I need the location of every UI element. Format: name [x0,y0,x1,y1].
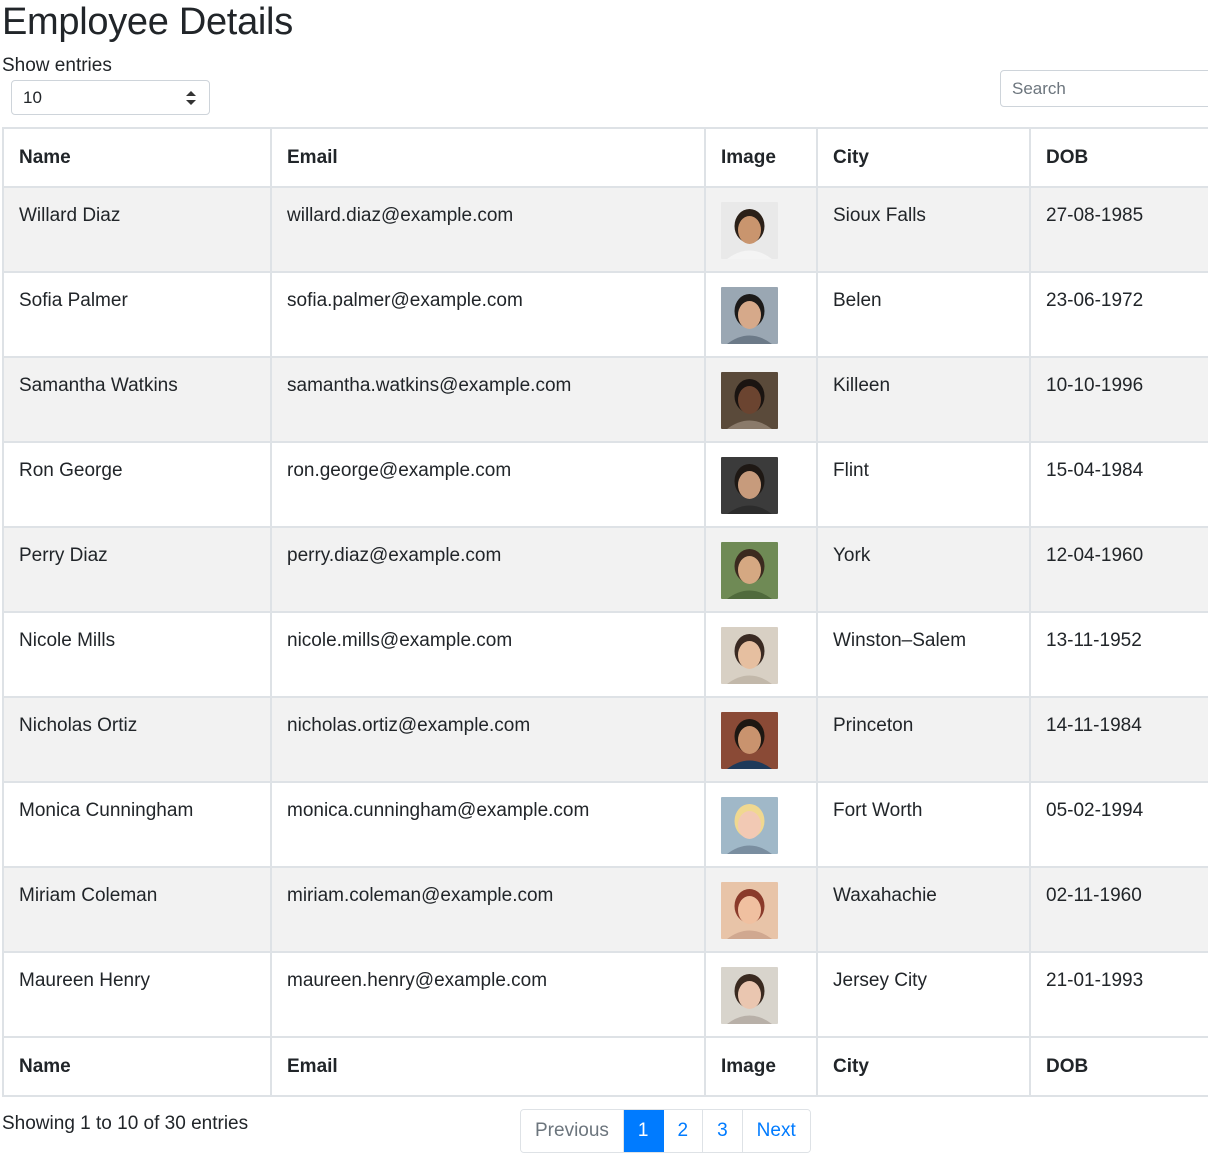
header-row: Name Email Image City DOB [2,127,1208,188]
column-header-image[interactable]: Image [704,127,818,188]
cell-name: Perry Diaz [2,526,272,613]
cell-dob: 23-06-1972 [1029,271,1208,358]
avatar [721,797,778,854]
table-row: Perry Diaz perry.diaz@example.com York 12-0… [2,526,1208,613]
cell-dob: 21-01-1993 [1029,951,1208,1038]
cell-name: Nicole Mills [2,611,272,698]
footer-header-city: City [816,1036,1031,1097]
footer-header-name: Name [2,1036,272,1097]
footer-header-email: Email [270,1036,706,1097]
cell-city: Fort Worth [816,781,1031,868]
cell-name: Miriam Coleman [2,866,272,953]
cell-email: samantha.watkins@example.com [270,356,706,443]
avatar [721,287,778,344]
entries-select-value: 10 [23,88,42,107]
cell-name: Sofia Palmer [2,271,272,358]
avatar [721,542,778,599]
cell-city: Killeen [816,356,1031,443]
cell-name: Samantha Watkins [2,356,272,443]
cell-city: Flint [816,441,1031,528]
cell-image [704,441,818,528]
table-row: Monica Cunningham monica.cunningham@examp… [2,781,1208,868]
cell-image [704,951,818,1038]
table-row: Nicole Mills nicole.mills@example.com Wins… [2,611,1208,698]
cell-email: sofia.palmer@example.com [270,271,706,358]
cell-email: nicole.mills@example.com [270,611,706,698]
cell-name: Monica Cunningham [2,781,272,868]
show-entries-label: Show entries [2,55,112,76]
pagination: Previous 1 2 3 Next [520,1109,811,1153]
cell-dob: 12-04-1960 [1029,526,1208,613]
table-row: Sofia Palmer sofia.palmer@example.com Bele… [2,271,1208,358]
table-row: Nicholas Ortiz nicholas.ortiz@example.com… [2,696,1208,783]
sort-arrows-icon [186,91,196,105]
cell-image [704,611,818,698]
cell-name: Ron George [2,441,272,528]
cell-name: Willard Diaz [2,186,272,273]
cell-email: ron.george@example.com [270,441,706,528]
avatar [721,712,778,769]
cell-city: Princeton [816,696,1031,783]
cell-city: Waxahachie [816,866,1031,953]
cell-dob: 14-11-1984 [1029,696,1208,783]
table-row: Samantha Watkins samantha.watkins@example… [2,356,1208,443]
avatar [721,627,778,684]
page-3-button[interactable]: 3 [703,1110,743,1152]
cell-email: perry.diaz@example.com [270,526,706,613]
cell-email: miriam.coleman@example.com [270,866,706,953]
cell-dob: 15-04-1984 [1029,441,1208,528]
cell-dob: 27-08-1985 [1029,186,1208,273]
table-info: Showing 1 to 10 of 30 entries [2,1113,249,1134]
cell-dob: 10-10-1996 [1029,356,1208,443]
avatar [721,457,778,514]
cell-image [704,781,818,868]
cell-city: Winston–Salem [816,611,1031,698]
cell-email: maureen.henry@example.com [270,951,706,1038]
avatar [721,372,778,429]
search-input[interactable] [1000,70,1208,107]
cell-dob: 13-11-1952 [1029,611,1208,698]
page-2-button[interactable]: 2 [663,1110,704,1152]
column-header-email[interactable]: Email [270,127,706,188]
table-row: Willard Diaz willard.diaz@example.com Siou… [2,186,1208,273]
cell-name: Nicholas Ortiz [2,696,272,783]
entries-select[interactable]: 10 [11,80,210,115]
employee-table: Name Email Image City DOB Willard Diaz wi… [2,127,1208,1097]
cell-dob: 05-02-1994 [1029,781,1208,868]
page-title: Employee Details [2,1,293,43]
table-row: Miriam Coleman miriam.coleman@example.com… [2,866,1208,953]
cell-city: Belen [816,271,1031,358]
previous-page-button[interactable]: Previous [521,1110,624,1152]
cell-city: Jersey City [816,951,1031,1038]
cell-image [704,356,818,443]
column-header-name[interactable]: Name [2,127,272,188]
avatar [721,882,778,939]
cell-image [704,866,818,953]
cell-email: monica.cunningham@example.com [270,781,706,868]
cell-image [704,696,818,783]
cell-email: willard.diaz@example.com [270,186,706,273]
cell-image [704,271,818,358]
footer-header-image: Image [704,1036,818,1097]
avatar [721,967,778,1024]
avatar [721,202,778,259]
cell-city: Sioux Falls [816,186,1031,273]
column-header-dob[interactable]: DOB [1029,127,1208,188]
next-page-button[interactable]: Next [742,1110,810,1152]
footer-header-dob: DOB [1029,1036,1208,1097]
cell-dob: 02-11-1960 [1029,866,1208,953]
cell-name: Maureen Henry [2,951,272,1038]
cell-city: York [816,526,1031,613]
cell-email: nicholas.ortiz@example.com [270,696,706,783]
cell-image [704,186,818,273]
footer-header-row: Name Email Image City DOB [2,1036,1208,1097]
cell-image [704,526,818,613]
page-1-button[interactable]: 1 [623,1110,664,1152]
table-row: Maureen Henry maureen.henry@example.com Je… [2,951,1208,1038]
column-header-city[interactable]: City [816,127,1031,188]
table-row: Ron George ron.george@example.com Flint 15-… [2,441,1208,528]
